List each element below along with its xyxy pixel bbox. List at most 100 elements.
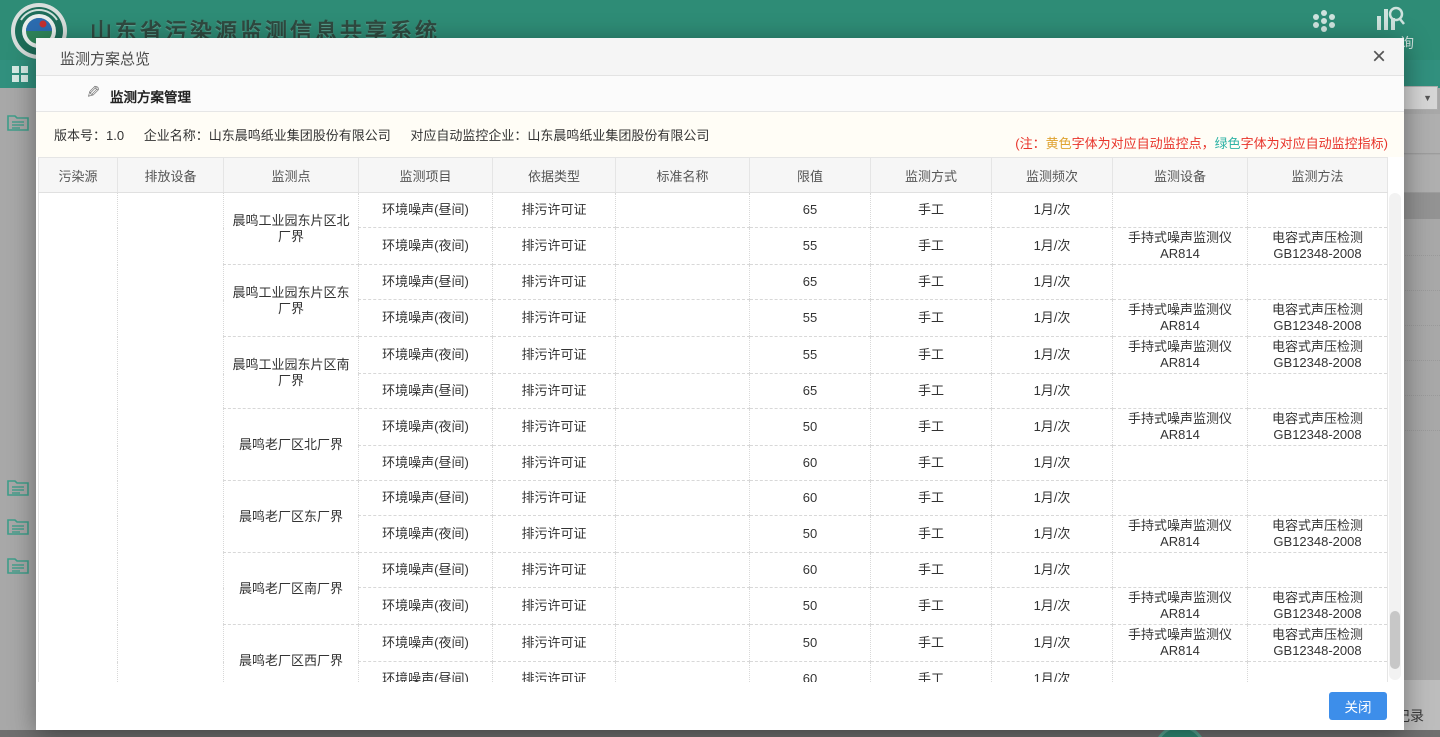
monitoring-item-cell: 环境噪声(昼间) xyxy=(359,374,493,409)
background-gridline xyxy=(1400,430,1440,431)
monitoring-device-cell xyxy=(1113,553,1248,588)
table-row: 晨鸣老厂区东厂界环境噪声(昼间)排污许可证60手工1月/次 xyxy=(39,481,1388,516)
monitoring-mode-cell: 手工 xyxy=(871,337,992,374)
column-header: 监测频次 xyxy=(992,158,1113,193)
monitoring-device-cell: 手持式噪声监测仪AR814 xyxy=(1113,625,1248,662)
monitoring-mode-cell: 手工 xyxy=(871,409,992,446)
monitoring-item-cell: 环境噪声(夜间) xyxy=(359,516,493,553)
monitoring-mode-cell: 手工 xyxy=(871,516,992,553)
monitoring-frequency-cell: 1月/次 xyxy=(992,228,1113,265)
table-scrollbar-thumb[interactable] xyxy=(1390,611,1400,669)
folder-tree-icon[interactable] xyxy=(7,516,29,541)
monitoring-method-cell xyxy=(1248,374,1388,409)
limit-value-cell: 50 xyxy=(750,516,871,553)
monitoring-method-cell: 电容式声压检测GB12348-2008 xyxy=(1248,516,1388,553)
monitoring-item-cell: 环境噪声(昼间) xyxy=(359,481,493,516)
background-gridline xyxy=(1400,325,1440,326)
version-value: 1.0 xyxy=(106,128,124,143)
standard-name-cell xyxy=(616,553,750,588)
limit-value-cell: 50 xyxy=(750,625,871,662)
apps-grid-icon[interactable] xyxy=(1310,8,1338,39)
monitoring-device-cell: 手持式噪声监测仪AR814 xyxy=(1113,337,1248,374)
modal-titlebar: 监测方案总览 × xyxy=(36,38,1404,76)
monitoring-frequency-cell: 1月/次 xyxy=(992,625,1113,662)
standard-name-cell xyxy=(616,337,750,374)
monitoring-device-cell: 手持式噪声监测仪AR814 xyxy=(1113,409,1248,446)
table-scrollbar-track[interactable] xyxy=(1389,193,1401,680)
auto-company-value: 山东晨鸣纸业集团股份有限公司 xyxy=(527,128,709,143)
pen-icon: ✎ xyxy=(86,83,100,103)
folder-tree-icon[interactable] xyxy=(7,112,29,137)
monitoring-item-cell: 环境噪声(夜间) xyxy=(359,300,493,337)
column-header: 监测方式 xyxy=(871,158,992,193)
monitoring-item-cell: 环境噪声(昼间) xyxy=(359,193,493,228)
auto-company-label: 对应自动监控企业： xyxy=(410,128,527,143)
monitoring-item-cell: 环境噪声(夜间) xyxy=(359,588,493,625)
monitoring-frequency-cell: 1月/次 xyxy=(992,265,1113,300)
monitoring-method-cell xyxy=(1248,446,1388,481)
table-row: 晨鸣工业园东片区东厂界环境噪声(昼间)排污许可证65手工1月/次 xyxy=(39,265,1388,300)
sidebar xyxy=(0,88,36,730)
table-row: 晨鸣老厂区西厂界环境噪声(夜间)排污许可证50手工1月/次手持式噪声监测仪AR8… xyxy=(39,625,1388,662)
monitoring-item-cell: 环境噪声(昼间) xyxy=(359,265,493,300)
standard-name-cell xyxy=(616,446,750,481)
close-icon[interactable]: × xyxy=(1372,43,1386,71)
folder-tree-icon[interactable] xyxy=(7,477,29,502)
monitoring-method-cell xyxy=(1248,481,1388,516)
column-header: 监测点 xyxy=(224,158,359,193)
monitoring-point-cell: 晨鸣工业园东片区北厂界 xyxy=(224,193,359,265)
monitoring-point-cell: 晨鸣工业园东片区东厂界 xyxy=(224,265,359,337)
close-button[interactable]: 关闭 xyxy=(1329,692,1387,720)
limit-value-cell: 60 xyxy=(750,553,871,588)
basis-type-cell: 排污许可证 xyxy=(493,409,616,446)
monitoring-frequency-cell: 1月/次 xyxy=(992,193,1113,228)
folder-tree-icon[interactable] xyxy=(7,555,29,580)
monitoring-plan-table: 污染源排放设备监测点监测项目依据类型标准名称限值监测方式监测频次监测设备监测方法… xyxy=(38,157,1388,697)
background-row xyxy=(1400,114,1440,154)
limit-value-cell: 65 xyxy=(750,265,871,300)
monitoring-point-cell: 晨鸣老厂区南厂界 xyxy=(224,553,359,625)
company-value: 山东晨鸣纸业集团股份有限公司 xyxy=(209,128,391,143)
section-title: 监测方案管理 xyxy=(110,86,191,106)
monitoring-plan-overview-modal: 监测方案总览 × ✎ 监测方案管理 版本号：1.0 企业名称：山东晨鸣纸业集团股… xyxy=(36,38,1404,730)
standard-name-cell xyxy=(616,193,750,228)
basis-type-cell: 排污许可证 xyxy=(493,337,616,374)
company-label: 企业名称： xyxy=(144,128,209,143)
background-gridline xyxy=(1400,395,1440,396)
note-mid: 字体为对应自动监控点， xyxy=(1072,136,1215,151)
standard-name-cell xyxy=(616,265,750,300)
monitoring-method-cell: 电容式声压检测GB12348-2008 xyxy=(1248,300,1388,337)
monitoring-method-cell: 电容式声压检测GB12348-2008 xyxy=(1248,588,1388,625)
background-dropdown[interactable]: ▼ xyxy=(1400,86,1438,110)
column-header: 排放设备 xyxy=(118,158,224,193)
monitoring-frequency-cell: 1月/次 xyxy=(992,300,1113,337)
monitoring-mode-cell: 手工 xyxy=(871,446,992,481)
monitoring-mode-cell: 手工 xyxy=(871,588,992,625)
background-row xyxy=(1400,155,1440,193)
background-gridline xyxy=(1400,255,1440,256)
monitoring-mode-cell: 手工 xyxy=(871,374,992,409)
monitoring-method-cell: 电容式声压检测GB12348-2008 xyxy=(1248,625,1388,662)
column-header: 监测项目 xyxy=(359,158,493,193)
monitoring-device-cell: 手持式噪声监测仪AR814 xyxy=(1113,300,1248,337)
monitoring-method-cell: 电容式声压检测GB12348-2008 xyxy=(1248,228,1388,265)
monitoring-method-cell xyxy=(1248,265,1388,300)
background-gridline xyxy=(1400,290,1440,291)
basis-type-cell: 排污许可证 xyxy=(493,481,616,516)
monitoring-device-cell: 手持式噪声监测仪AR814 xyxy=(1113,228,1248,265)
column-header: 依据类型 xyxy=(493,158,616,193)
table-row: 晨鸣工业园东片区北厂界环境噪声(昼间)排污许可证65手工1月/次 xyxy=(39,193,1388,228)
limit-value-cell: 50 xyxy=(750,409,871,446)
monitoring-item-cell: 环境噪声(夜间) xyxy=(359,337,493,374)
monitoring-mode-cell: 手工 xyxy=(871,625,992,662)
plan-info-text: 版本号：1.0 企业名称：山东晨鸣纸业集团股份有限公司 对应自动监控企业：山东晨… xyxy=(54,125,725,144)
note-prefix: (注： xyxy=(1015,136,1045,151)
monitoring-item-cell: 环境噪声(昼间) xyxy=(359,446,493,481)
monitoring-mode-cell: 手工 xyxy=(871,481,992,516)
modal-title: 监测方案总览 xyxy=(60,48,150,69)
basis-type-cell: 排污许可证 xyxy=(493,265,616,300)
column-header: 监测方法 xyxy=(1248,158,1388,193)
menu-grid-icon[interactable] xyxy=(12,66,28,87)
monitoring-device-cell: 手持式噪声监测仪AR814 xyxy=(1113,516,1248,553)
monitoring-frequency-cell: 1月/次 xyxy=(992,481,1113,516)
